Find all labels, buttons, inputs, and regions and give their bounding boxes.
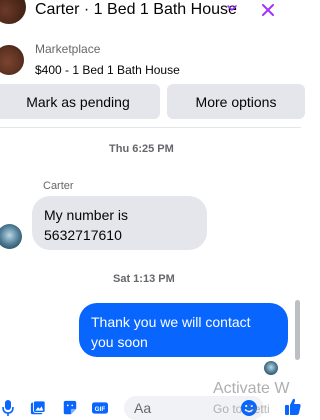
sender-avatar[interactable] xyxy=(0,224,22,249)
message-composer: GIF xyxy=(0,390,301,420)
close-icon[interactable] xyxy=(260,2,276,18)
more-options-button[interactable]: More options xyxy=(167,84,305,119)
listing-thumbnail xyxy=(0,45,24,75)
chat-header: Carter · 1 Bed 1 Bath House xyxy=(0,0,301,24)
message-timestamp: Thu 6:25 PM xyxy=(109,143,174,155)
contact-avatar[interactable] xyxy=(0,0,26,24)
emoji-icon[interactable] xyxy=(240,399,258,417)
gif-icon[interactable]: GIF xyxy=(92,399,108,417)
mic-icon[interactable] xyxy=(0,399,16,417)
scrollbar[interactable] xyxy=(295,300,300,360)
listing-title: $400 - 1 Bed 1 Bath House xyxy=(35,63,180,77)
marketplace-listing-card[interactable]: Marketplace $400 - 1 Bed 1 Bath House xyxy=(0,36,301,82)
marketplace-label: Marketplace xyxy=(35,42,101,56)
message-timestamp: Sat 1:13 PM xyxy=(113,273,175,285)
seen-indicator-avatar xyxy=(264,361,278,375)
chevron-down-icon[interactable] xyxy=(226,2,238,14)
incoming-message-bubble[interactable]: My number is 5632717610 xyxy=(32,196,207,250)
mark-as-pending-button[interactable]: Mark as pending xyxy=(0,84,160,119)
svg-text:GIF: GIF xyxy=(95,406,106,413)
divider xyxy=(0,127,301,128)
sender-name: Carter xyxy=(43,180,74,192)
sticker-icon[interactable] xyxy=(62,399,78,417)
outgoing-message-bubble[interactable]: Thank you we will contact you soon xyxy=(79,303,288,357)
chat-title[interactable]: Carter · 1 Bed 1 Bath House xyxy=(35,1,237,19)
like-icon[interactable] xyxy=(284,397,302,417)
photo-icon[interactable] xyxy=(30,399,46,417)
